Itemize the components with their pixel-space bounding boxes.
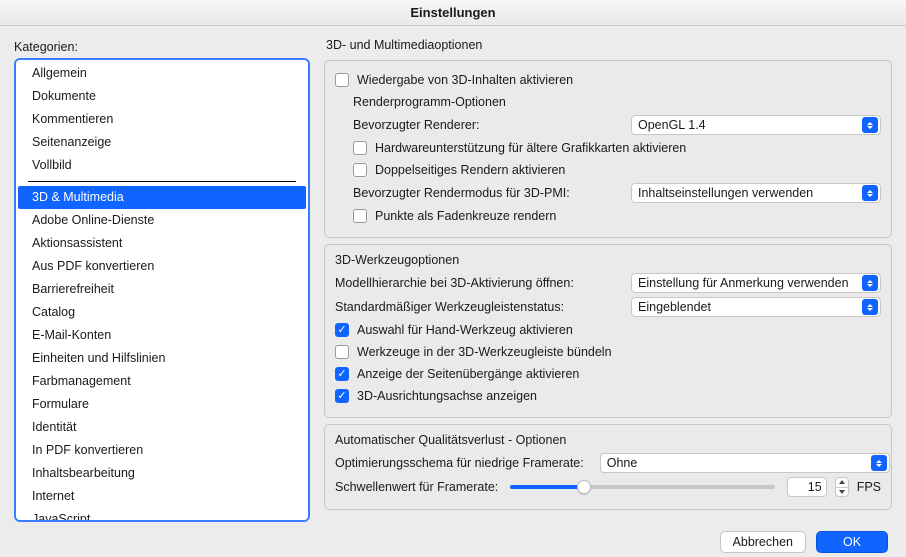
cancel-button[interactable]: Abbrechen (720, 531, 806, 553)
window-title: Einstellungen (0, 0, 906, 26)
categories-label: Kategorien: (14, 36, 310, 58)
label-enable-3d: Wiedergabe von 3D-Inhalten aktivieren (357, 73, 573, 87)
label-hw-support: Hardwareunterstützung für ältere Grafikk… (375, 141, 686, 155)
updown-icon (871, 455, 887, 471)
sidebar-separator (28, 181, 296, 182)
sidebar-item[interactable]: Allgemein (18, 62, 306, 85)
checkbox-bundle-tools[interactable] (335, 345, 349, 359)
sidebar-item[interactable]: Farbmanagement (18, 370, 306, 393)
updown-icon (862, 275, 878, 291)
label-transitions: Anzeige der Seitenübergänge aktivieren (357, 367, 579, 381)
sidebar-item[interactable]: Seitenanzeige (18, 131, 306, 154)
select-preferred-renderer[interactable]: OpenGL 1.4 (631, 115, 881, 135)
group-tools: 3D-Werkzeugoptionen Modellhierarchie bei… (324, 244, 892, 418)
sidebar-item[interactable]: Identität (18, 416, 306, 439)
sidebar-item[interactable]: Barrierefreiheit (18, 278, 306, 301)
label-toolbar-status: Standardmäßiger Werkzeugleistenstatus: (335, 300, 564, 314)
label-hierarchy: Modellhierarchie bei 3D-Aktivierung öffn… (335, 276, 574, 290)
group-auto-degrade: Automatischer Qualitätsverlust - Optione… (324, 424, 892, 510)
checkbox-hand-tool[interactable] (335, 323, 349, 337)
label-bundle-tools: Werkzeuge in der 3D-Werkzeugleiste bünde… (357, 345, 612, 359)
unit-fps: FPS (857, 480, 881, 494)
select-hierarchy[interactable]: Einstellung für Anmerkung verwenden (631, 273, 881, 293)
sidebar-item[interactable]: JavaScript (18, 508, 306, 522)
label-points-crosshair: Punkte als Fadenkreuze rendern (375, 209, 556, 223)
sidebar-item[interactable]: Adobe Online-Dienste (18, 209, 306, 232)
sidebar-item[interactable]: Catalog (18, 301, 306, 324)
select-scheme[interactable]: Ohne (600, 453, 890, 473)
ok-button[interactable]: OK (816, 531, 888, 553)
sidebar-item[interactable]: Internet (18, 485, 306, 508)
select-pmi-mode[interactable]: Inhaltseinstellungen verwenden (631, 183, 881, 203)
updown-icon (862, 117, 878, 133)
updown-icon (862, 299, 878, 315)
stepper-threshold[interactable] (835, 477, 849, 497)
label-threshold: Schwellenwert für Framerate: (335, 480, 498, 494)
checkbox-double-sided[interactable] (353, 163, 367, 177)
checkbox-enable-3d[interactable] (335, 73, 349, 87)
checkbox-axis[interactable] (335, 389, 349, 403)
input-threshold[interactable]: 15 (787, 477, 827, 497)
sidebar-item[interactable]: Formulare (18, 393, 306, 416)
checkbox-points-crosshair[interactable] (353, 209, 367, 223)
checkbox-hw-support[interactable] (353, 141, 367, 155)
sidebar-item[interactable]: In PDF konvertieren (18, 439, 306, 462)
tools-title: 3D-Werkzeugoptionen (335, 253, 881, 267)
label-double-sided: Doppelseitiges Rendern aktivieren (375, 163, 565, 177)
categories-listbox[interactable]: AllgemeinDokumenteKommentierenSeitenanze… (14, 58, 310, 522)
label-preferred-renderer: Bevorzugter Renderer: (353, 118, 479, 132)
sidebar-item[interactable]: Inhaltsbearbeitung (18, 462, 306, 485)
updown-icon (862, 185, 878, 201)
checkbox-transitions[interactable] (335, 367, 349, 381)
slider-threshold[interactable] (510, 485, 774, 489)
sidebar-item[interactable]: 3D & Multimedia (18, 186, 306, 209)
sidebar-item[interactable]: Aktionsassistent (18, 232, 306, 255)
label-scheme: Optimierungsschema für niedrige Framerat… (335, 456, 584, 470)
sidebar-item[interactable]: E-Mail-Konten (18, 324, 306, 347)
group-render: Wiedergabe von 3D-Inhalten aktivieren Re… (324, 60, 892, 238)
label-hand-tool: Auswahl für Hand-Werkzeug aktivieren (357, 323, 573, 337)
render-title: Renderprogramm-Optionen (335, 91, 881, 113)
label-axis: 3D-Ausrichtungsachse anzeigen (357, 389, 537, 403)
sidebar-item[interactable]: Aus PDF konvertieren (18, 255, 306, 278)
select-toolbar-status[interactable]: Eingeblendet (631, 297, 881, 317)
sidebar-item[interactable]: Kommentieren (18, 108, 306, 131)
label-pmi-mode: Bevorzugter Rendermodus für 3D-PMI: (353, 186, 570, 200)
auto-title: Automatischer Qualitätsverlust - Optione… (335, 433, 881, 447)
page-title: 3D- und Multimediaoptionen (324, 36, 892, 54)
sidebar-item[interactable]: Vollbild (18, 154, 306, 177)
sidebar-item[interactable]: Dokumente (18, 85, 306, 108)
sidebar-item[interactable]: Einheiten und Hilfslinien (18, 347, 306, 370)
